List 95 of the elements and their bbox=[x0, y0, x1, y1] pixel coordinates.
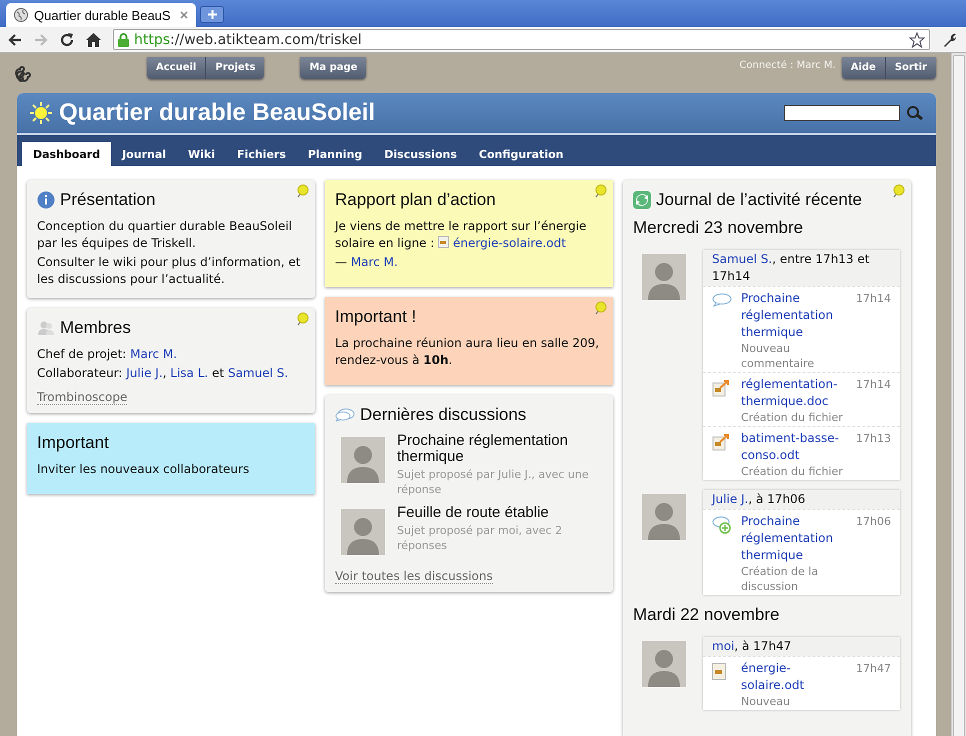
card-title: Rapport plan d’action bbox=[335, 190, 496, 210]
people-icon bbox=[37, 320, 55, 336]
file-link[interactable]: énergie-solaire.odt bbox=[438, 236, 566, 250]
activity-description: Création de la discussion bbox=[741, 564, 820, 594]
address-field[interactable]: https://web.atikteam.com/triskel bbox=[113, 29, 930, 50]
project-title: Quartier durable BeauSoleil bbox=[59, 99, 376, 127]
card-text: Inviter les nouveaux collaborateurs bbox=[37, 461, 250, 478]
activity-time: 17h14 bbox=[856, 291, 891, 307]
avatar-placeholder bbox=[341, 509, 385, 555]
activity-description: Nouveau bbox=[741, 694, 791, 709]
speech-bubbles-icon bbox=[335, 408, 355, 422]
info-icon bbox=[37, 191, 55, 209]
sun-icon bbox=[29, 101, 53, 125]
url-text: https://web.atikteam.com/triskel bbox=[134, 32, 363, 48]
file-icon bbox=[438, 236, 450, 248]
nav-button[interactable]: Projets bbox=[206, 57, 264, 79]
discussion-title[interactable]: Feuille de route établie bbox=[397, 505, 603, 521]
activity-time: 17h14 bbox=[856, 377, 891, 393]
person-link[interactable]: Lisa L. bbox=[170, 366, 208, 380]
reload-icon[interactable] bbox=[60, 32, 74, 46]
person-link[interactable]: Julie J. bbox=[126, 366, 163, 380]
close-icon[interactable] bbox=[180, 11, 188, 19]
new-tab-button[interactable] bbox=[200, 6, 224, 23]
plus-icon bbox=[208, 10, 216, 19]
activity-link[interactable]: batiment-basse-conso.odt bbox=[741, 430, 848, 464]
activity-time: 17h47 bbox=[856, 661, 891, 677]
day-heading: Mardi 22 novembre bbox=[633, 605, 780, 625]
activity-header: moi, à 17h47 bbox=[703, 637, 900, 656]
nav-button[interactable]: Aide bbox=[842, 57, 886, 79]
activity-description: Création du fichier bbox=[741, 410, 844, 425]
tab[interactable]: Wiki bbox=[177, 142, 226, 166]
card-title: Important bbox=[37, 433, 109, 453]
person-link[interactable]: Julie J. bbox=[712, 492, 748, 506]
activity-link[interactable]: Prochaine réglementation thermique bbox=[741, 290, 848, 341]
tab[interactable]: Configuration bbox=[468, 142, 574, 166]
person-link[interactable]: Marc M. bbox=[130, 347, 178, 361]
card-title: Journal de l’activité récente bbox=[656, 190, 862, 210]
card-text: La prochaine réunion aura lieu en salle 209, rendez-vous à 10h. bbox=[335, 335, 600, 369]
globe-icon bbox=[14, 8, 28, 22]
tab[interactable]: Dashboard bbox=[22, 142, 112, 166]
browser-tab[interactable]: Quartier durable BeauS bbox=[6, 3, 196, 27]
speech-bubble-plus-icon bbox=[712, 516, 732, 534]
nav-button[interactable]: Accueil bbox=[147, 57, 206, 79]
activity-time: 17h13 bbox=[856, 431, 891, 447]
trombinoscope-link[interactable]: Trombinoscope bbox=[37, 390, 128, 405]
card-title: Membres bbox=[60, 318, 131, 338]
padlock-icon bbox=[118, 32, 129, 46]
activity-description: Création du fichier bbox=[741, 464, 844, 479]
person-link[interactable]: moi bbox=[712, 639, 734, 653]
card-text: Collaborateur: Julie J., Lisa L. et Samuel S. bbox=[37, 365, 290, 382]
person-link[interactable]: Samuel S. bbox=[712, 252, 772, 266]
card-text: Chef de projet: Marc M. bbox=[37, 346, 178, 363]
avatar-placeholder bbox=[642, 254, 686, 300]
card-text: — Marc M. bbox=[335, 254, 399, 271]
all-discussions-link[interactable]: Voir toutes les discussions bbox=[335, 569, 493, 584]
person-link[interactable]: Marc M. bbox=[350, 255, 398, 269]
activity-header: Julie J., à 17h06 bbox=[703, 490, 900, 509]
file-arrow-icon bbox=[712, 379, 730, 397]
nav-button[interactable]: Ma page bbox=[300, 57, 366, 79]
activity-link[interactable]: Prochaine réglementation thermique bbox=[741, 513, 848, 564]
tab[interactable]: Fichiers bbox=[226, 142, 297, 166]
connected-user-text: Connecté : Marc M. bbox=[739, 60, 836, 71]
card-title: Important ! bbox=[335, 307, 416, 327]
home-icon[interactable] bbox=[86, 32, 101, 46]
card-title: Présentation bbox=[60, 190, 156, 210]
activity-description: Nouveau commentaire bbox=[741, 341, 816, 371]
tab[interactable]: Journal bbox=[111, 142, 178, 166]
search-field[interactable] bbox=[784, 105, 900, 121]
discussion-subtitle: Sujet proposé par Julie J., avec une réponse bbox=[397, 467, 590, 497]
activity-time: 17h06 bbox=[856, 514, 891, 530]
person-link[interactable]: Samuel S. bbox=[228, 366, 288, 380]
speech-bubble-icon bbox=[712, 293, 732, 307]
tab[interactable]: Discussions bbox=[373, 142, 468, 166]
activity-link[interactable]: réglementation-thermique.doc bbox=[741, 376, 848, 410]
activity-link[interactable]: énergie-solaire.odt bbox=[741, 660, 848, 694]
discussion-title[interactable]: Prochaine réglementation thermique bbox=[397, 433, 603, 465]
star-icon[interactable] bbox=[909, 32, 925, 48]
discussion-subtitle: Sujet proposé par moi, avec 2 réponses bbox=[397, 523, 564, 553]
card-text: Consulter le wiki pour plus d’information, et les discussions pour l’actualité. bbox=[37, 254, 302, 288]
file-icon bbox=[712, 663, 726, 680]
back-arrow-icon[interactable] bbox=[8, 34, 22, 46]
activity-header: Samuel S., entre 17h13 et 17h14 bbox=[703, 250, 900, 286]
nav-button[interactable]: Sortir bbox=[886, 57, 936, 79]
tab[interactable]: Planning bbox=[296, 142, 374, 166]
avatar-placeholder bbox=[642, 641, 686, 687]
file-arrow-icon bbox=[712, 433, 730, 451]
card-text: Conception du quartier durable BeauSoleil par les équipes de Triskell. bbox=[37, 218, 294, 252]
refresh-icon bbox=[633, 191, 651, 209]
wrench-icon[interactable] bbox=[942, 32, 958, 48]
day-heading: Mercredi 23 novembre bbox=[633, 218, 804, 238]
avatar-placeholder bbox=[642, 494, 686, 540]
card-title: Dernières discussions bbox=[360, 405, 526, 425]
card-text: Je viens de mettre le rapport sur l’énergie solaire en ligne : énergie-solaire.odt bbox=[335, 218, 588, 252]
avatar-placeholder bbox=[341, 437, 385, 483]
search-icon[interactable] bbox=[906, 105, 924, 121]
